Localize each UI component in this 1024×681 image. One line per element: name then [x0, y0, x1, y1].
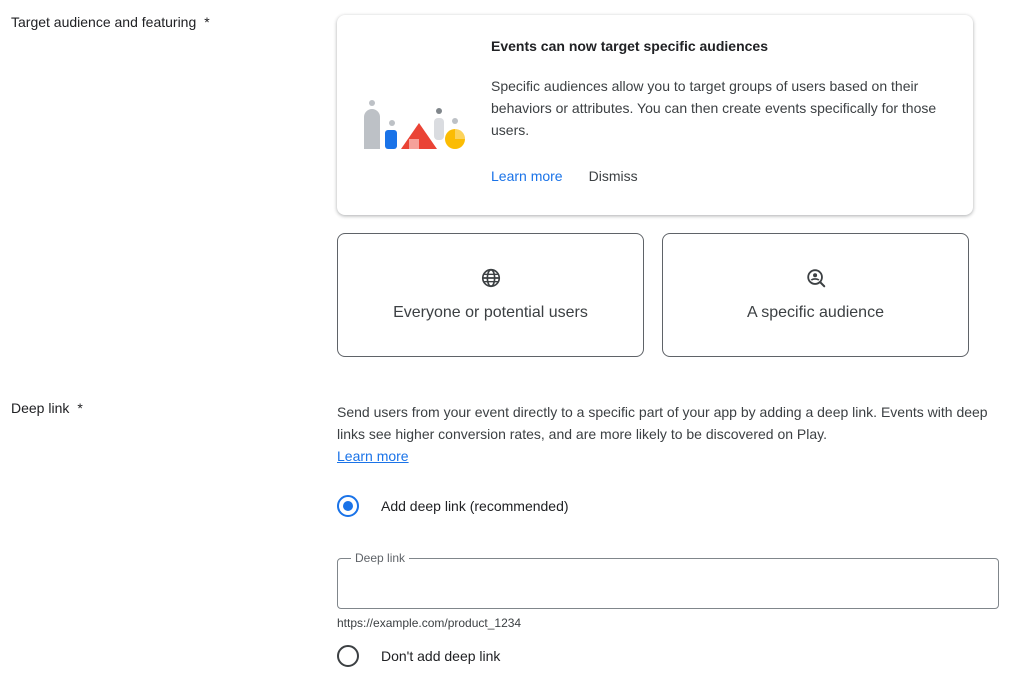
add-deep-link-radio[interactable] [337, 495, 359, 517]
add-deep-link-label: Add deep link (recommended) [381, 498, 569, 514]
audience-info-banner: Events can now target specific audiences… [337, 15, 973, 215]
globe-icon [481, 268, 500, 288]
audience-illustration [364, 100, 465, 149]
banner-body: Specific audiences allow you to target g… [491, 78, 937, 138]
audience-search-icon [806, 269, 825, 288]
dont-add-deep-link-label: Don't add deep link [381, 648, 501, 664]
dont-add-deep-link-radio-row[interactable]: Don't add deep link [337, 645, 500, 667]
option-specific-audience-card[interactable]: A specific audience [662, 233, 969, 357]
required-mark: * [77, 400, 83, 416]
target-audience-label: Target audience and featuring * [11, 14, 210, 30]
option-everyone-card[interactable]: Everyone or potential users [337, 233, 644, 357]
add-deep-link-radio-row[interactable]: Add deep link (recommended) [337, 495, 569, 517]
target-audience-label-text: Target audience and featuring [11, 14, 197, 30]
deep-link-helper-text: https://example.com/product_1234 [337, 616, 522, 630]
banner-learn-more-button[interactable]: Learn more [491, 168, 563, 184]
deep-link-description: Send users from your event directly to a… [337, 401, 1007, 467]
dont-add-deep-link-radio[interactable] [337, 645, 359, 667]
deep-link-description-text: Send users from your event directly to a… [337, 404, 988, 442]
deep-link-learn-more-link[interactable]: Learn more [337, 448, 409, 464]
required-mark: * [204, 14, 210, 30]
deep-link-label: Deep link * [11, 400, 83, 416]
banner-dismiss-button[interactable]: Dismiss [589, 168, 638, 184]
option-specific-audience-label: A specific audience [747, 304, 884, 321]
deep-link-label-text: Deep link [11, 400, 70, 416]
deep-link-input[interactable] [338, 559, 998, 608]
banner-actions: Learn more Dismiss [491, 168, 638, 184]
banner-title: Events can now target specific audiences [491, 38, 768, 54]
option-everyone-label: Everyone or potential users [393, 304, 588, 321]
deep-link-field[interactable]: Deep link [337, 552, 999, 609]
